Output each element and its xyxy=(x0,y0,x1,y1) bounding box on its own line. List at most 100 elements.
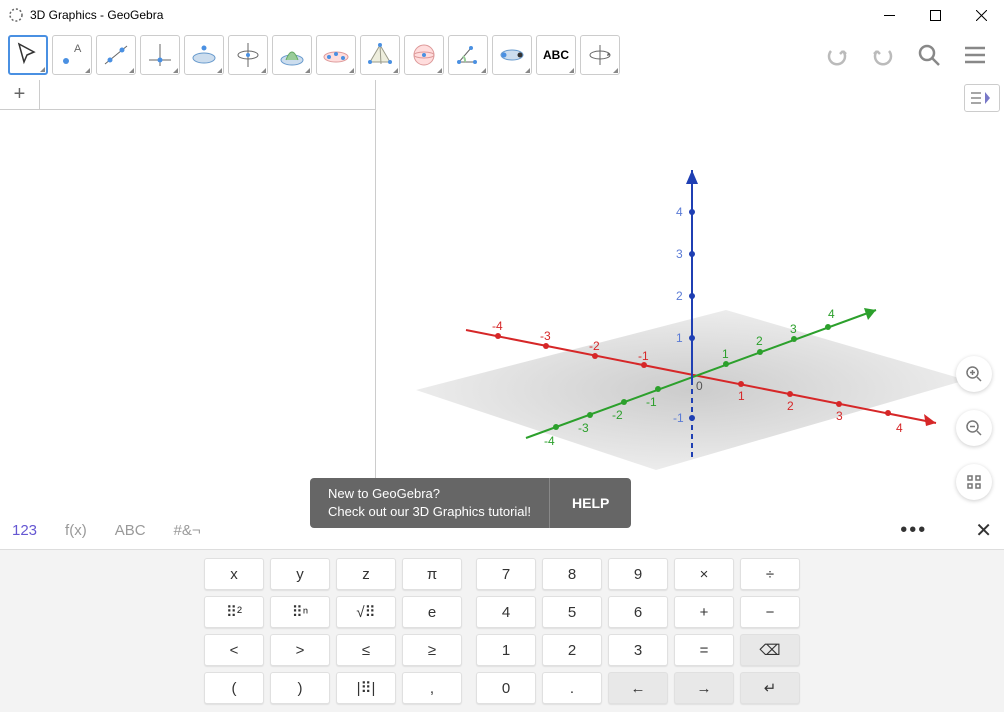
svg-text:-2: -2 xyxy=(589,339,600,353)
main-toolbar: A ABC xyxy=(0,30,1004,80)
line-tool-button[interactable] xyxy=(96,35,136,75)
keyboard-tab-abc[interactable]: ABC xyxy=(115,522,146,539)
key-.[interactable]: . xyxy=(542,672,602,704)
zoom-in-button[interactable] xyxy=(956,356,992,392)
notification-help-button[interactable]: HELP xyxy=(549,478,631,528)
menu-button[interactable] xyxy=(954,34,996,76)
key-8[interactable]: 8 xyxy=(542,558,602,590)
sphere-tool-button[interactable] xyxy=(404,35,444,75)
pyramid-tool-button[interactable] xyxy=(360,35,400,75)
svg-text:-2: -2 xyxy=(612,408,623,422)
plane-3points-tool-button[interactable] xyxy=(316,35,356,75)
key-≤[interactable]: ≤ xyxy=(336,634,396,666)
svg-text:-1: -1 xyxy=(646,395,657,409)
key-⠿²[interactable]: ⠿² xyxy=(204,596,264,628)
main-area: + -4 -3 -2 -1 1 2 3 4 xyxy=(0,80,1004,512)
key-=[interactable]: = xyxy=(674,634,734,666)
window-maximize-button[interactable] xyxy=(912,0,958,30)
key-6[interactable]: 6 xyxy=(608,596,668,628)
svg-text:4: 4 xyxy=(676,205,683,219)
keyboard-tab-fx[interactable]: f(x) xyxy=(65,522,87,539)
key-e[interactable]: e xyxy=(402,596,462,628)
perpendicular-tool-button[interactable] xyxy=(140,35,180,75)
key->[interactable]: > xyxy=(270,634,330,666)
key-7[interactable]: 7 xyxy=(476,558,536,590)
circle-axis-tool-button[interactable] xyxy=(228,35,268,75)
svg-text:A: A xyxy=(74,43,82,55)
move-tool-button[interactable] xyxy=(8,35,48,75)
window-close-button[interactable] xyxy=(958,0,1004,30)
zoom-out-button[interactable] xyxy=(956,410,992,446)
svg-text:4: 4 xyxy=(896,421,903,435)
key-0[interactable]: 0 xyxy=(476,672,536,704)
tutorial-notification: New to GeoGebra? Check out our 3D Graphi… xyxy=(310,478,631,528)
svg-text:4: 4 xyxy=(828,307,835,321)
key-z[interactable]: z xyxy=(336,558,396,590)
key-√⠿[interactable]: √⠿ xyxy=(336,596,396,628)
key-5[interactable]: 5 xyxy=(542,596,602,628)
window-minimize-button[interactable] xyxy=(866,0,912,30)
redo-button[interactable] xyxy=(862,34,904,76)
keyboard-close-button[interactable]: ✕ xyxy=(975,518,992,543)
svg-text:-4: -4 xyxy=(492,319,503,333)
virtual-keyboard: 123 f(x) ABC #&¬ ••• ✕ xyzπ ⠿²⠿ⁿ√⠿e <>≤≥ ()… xyxy=(0,512,1004,712)
app-logo-icon xyxy=(8,7,24,23)
key-⠿ⁿ[interactable]: ⠿ⁿ xyxy=(270,596,330,628)
key-,[interactable]: , xyxy=(402,672,462,704)
undo-button[interactable] xyxy=(816,34,858,76)
key-π[interactable]: π xyxy=(402,558,462,590)
key-÷[interactable]: ÷ xyxy=(740,558,800,590)
svg-text:1: 1 xyxy=(676,331,683,345)
svg-text:-3: -3 xyxy=(578,421,589,435)
key-−[interactable]: − xyxy=(740,596,800,628)
svg-text:2: 2 xyxy=(676,289,683,303)
svg-text:3: 3 xyxy=(836,409,843,423)
algebra-panel: + xyxy=(0,80,376,512)
svg-text:1: 1 xyxy=(738,389,745,403)
window-titlebar: 3D Graphics - GeoGebra xyxy=(0,0,1004,30)
keyboard-left-group: xyzπ ⠿²⠿ⁿ√⠿e <>≤≥ ()|⠿|, xyxy=(204,558,462,704)
keyboard-tab-123[interactable]: 123 xyxy=(12,522,37,539)
angle-tool-button[interactable] xyxy=(448,35,488,75)
key-3[interactable]: 3 xyxy=(608,634,668,666)
graphics-settings-button[interactable] xyxy=(964,84,1000,112)
key-×[interactable]: × xyxy=(674,558,734,590)
key-x[interactable]: x xyxy=(204,558,264,590)
svg-text:0: 0 xyxy=(696,379,703,393)
key-|⠿|[interactable]: |⠿| xyxy=(336,672,396,704)
reflect-tool-button[interactable] xyxy=(492,35,532,75)
key-4[interactable]: 4 xyxy=(476,596,536,628)
add-row-button[interactable]: + xyxy=(0,80,40,109)
keyboard-right-group: 789×÷ 456+− 123=⌫ 0.←→↵ xyxy=(476,558,800,704)
key-)[interactable]: ) xyxy=(270,672,330,704)
svg-text:1: 1 xyxy=(722,347,729,361)
text-tool-button[interactable]: ABC xyxy=(536,35,576,75)
notification-line2: Check out our 3D Graphics tutorial! xyxy=(328,503,531,521)
key-→[interactable]: → xyxy=(674,672,734,704)
polygon-tool-button[interactable] xyxy=(184,35,224,75)
rotate-view-tool-button[interactable] xyxy=(580,35,620,75)
intersect-surfaces-tool-button[interactable] xyxy=(272,35,312,75)
key-<[interactable]: < xyxy=(204,634,264,666)
graphics-3d-view[interactable]: -4-3-2-11234 -4-3-2-11234 1234-1 0 xyxy=(376,80,1004,512)
key-≥[interactable]: ≥ xyxy=(402,634,462,666)
point-tool-button[interactable]: A xyxy=(52,35,92,75)
search-button[interactable] xyxy=(908,34,950,76)
svg-text:2: 2 xyxy=(756,334,763,348)
keyboard-more-button[interactable]: ••• xyxy=(900,519,927,542)
svg-text:-1: -1 xyxy=(638,349,649,363)
key-([interactable]: ( xyxy=(204,672,264,704)
key-1[interactable]: 1 xyxy=(476,634,536,666)
keyboard-tab-sym[interactable]: #&¬ xyxy=(174,522,201,539)
home-view-button[interactable] xyxy=(956,464,992,500)
notification-line1: New to GeoGebra? xyxy=(328,485,531,503)
key-y[interactable]: y xyxy=(270,558,330,590)
svg-text:3: 3 xyxy=(790,322,797,336)
key-9[interactable]: 9 xyxy=(608,558,668,590)
key-←[interactable]: ← xyxy=(608,672,668,704)
key-2[interactable]: 2 xyxy=(542,634,602,666)
svg-text:-4: -4 xyxy=(544,434,555,448)
key-+[interactable]: + xyxy=(674,596,734,628)
key-↵[interactable]: ↵ xyxy=(740,672,800,704)
key-⌫[interactable]: ⌫ xyxy=(740,634,800,666)
